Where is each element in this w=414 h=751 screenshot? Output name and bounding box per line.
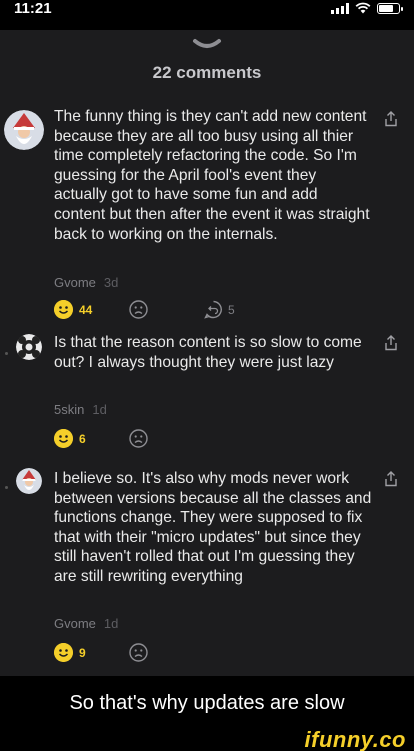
status-icons <box>331 2 403 14</box>
reactions: 6 <box>54 429 254 449</box>
smile-icon[interactable] <box>54 429 73 448</box>
smile-count: 9 <box>79 646 86 660</box>
frown-icon[interactable] <box>129 643 148 662</box>
avatar[interactable] <box>16 334 42 360</box>
avatar[interactable] <box>16 468 42 494</box>
status-bar: 11:21 <box>0 0 414 28</box>
caption-bar: So that's why updates are slow <box>0 676 414 732</box>
comment-meta: Gvome 1d <box>54 616 118 631</box>
comment-age: 1d <box>92 402 107 417</box>
meme-caption: So that's why updates are slow <box>69 692 345 714</box>
comment-meta: Gvome 3d <box>54 275 118 290</box>
comments-sheet: 22 comments The funny thing is they can'… <box>0 30 414 676</box>
thread-dot <box>5 486 8 489</box>
status-time: 11:21 <box>14 0 52 17</box>
ifunny-watermark: ifunny.co <box>304 727 406 751</box>
share-icon[interactable] <box>384 335 398 351</box>
comment-author[interactable]: Gvome <box>54 275 96 290</box>
signal-icon <box>331 2 349 14</box>
smile-count: 6 <box>79 432 86 446</box>
avatar[interactable] <box>4 110 44 150</box>
reactions: 9 <box>54 643 254 663</box>
reply-icon[interactable] <box>204 300 223 319</box>
frown-icon[interactable] <box>129 429 148 448</box>
thread-dot <box>5 352 8 355</box>
share-icon[interactable] <box>384 471 398 487</box>
comment-text: I believe so. It's also why mods never w… <box>54 470 372 585</box>
comment-age: 3d <box>103 275 119 290</box>
comment-meta: 5skin 1d <box>54 402 107 417</box>
smile-icon[interactable] <box>54 643 73 662</box>
sheet-title: 22 comments <box>152 63 262 82</box>
comment-text: Is that the reason content is so slow to… <box>54 334 362 371</box>
smile-count: 44 <box>79 303 93 317</box>
reply-count: 5 <box>228 303 235 317</box>
comment-author[interactable]: Gvome <box>54 616 96 631</box>
wifi-icon <box>355 2 371 14</box>
share-icon[interactable] <box>384 111 398 127</box>
reactions: 44 5 <box>54 300 254 320</box>
smile-icon[interactable] <box>54 300 73 319</box>
comment-age: 1d <box>103 616 119 631</box>
comment-author[interactable]: 5skin <box>54 402 84 417</box>
frown-icon[interactable] <box>129 300 148 319</box>
comment-text: The funny thing is they can't add new co… <box>54 108 370 243</box>
chevron-down-icon[interactable] <box>192 38 222 52</box>
battery-icon <box>377 2 403 14</box>
